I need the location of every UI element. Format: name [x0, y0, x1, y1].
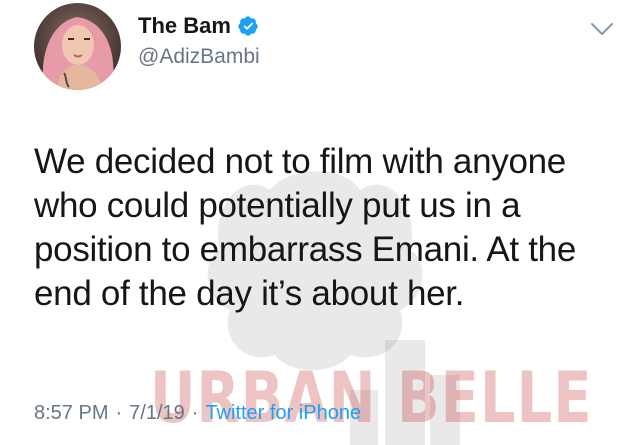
- tweet-time[interactable]: 8:57 PM: [34, 402, 108, 424]
- verified-badge-icon: [237, 15, 259, 37]
- separator: ·: [115, 402, 123, 424]
- tweet-line: who could potentially put us in a: [34, 186, 521, 225]
- author-name-row[interactable]: The Bam: [138, 13, 259, 39]
- tweet-card: URBAN BELLE The Bam @AdizBambi We decide…: [0, 0, 640, 445]
- display-name[interactable]: The Bam: [138, 13, 231, 39]
- watermark-text: URBAN BELLE: [150, 358, 593, 440]
- tweet-text: We decided not to film with anyone who c…: [34, 140, 624, 316]
- tweet-meta: 8:57 PM · 7/1/19 · Twitter for iPhone: [34, 402, 361, 425]
- tweet-source-link[interactable]: Twitter for iPhone: [205, 402, 361, 424]
- chevron-down-icon[interactable]: [590, 21, 614, 37]
- author-handle[interactable]: @AdizBambi: [138, 45, 260, 69]
- tweet-line: We decided not to film with anyone: [34, 142, 566, 181]
- separator: ·: [191, 402, 199, 424]
- profile-photo-icon: [34, 3, 121, 90]
- avatar[interactable]: [34, 3, 121, 90]
- tweet-line: position to embarrass Emani. At the: [34, 230, 576, 269]
- tweet-line: end of the day it’s about her.: [34, 274, 465, 313]
- tweet-date[interactable]: 7/1/19: [129, 402, 185, 424]
